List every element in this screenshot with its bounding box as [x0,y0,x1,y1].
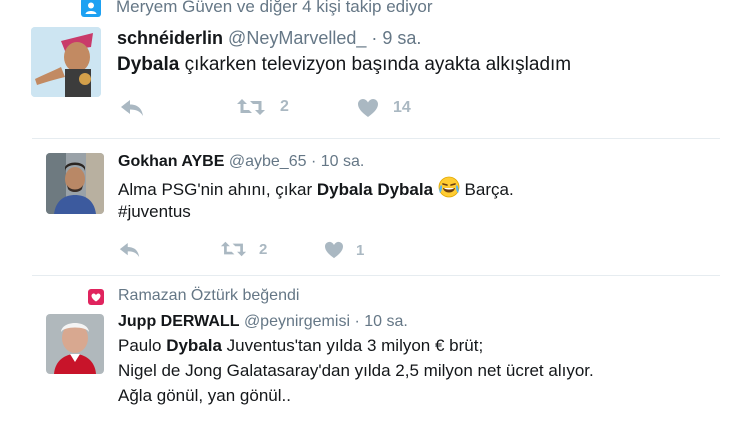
tweet-header: Jupp DERWALL @peynirgemisi · 10 sa. [118,313,408,331]
reply-button[interactable] [120,99,144,117]
avatar[interactable] [46,314,104,374]
username[interactable]: @aybe_65 [229,153,307,170]
keyword-highlight: Dybala [166,336,222,355]
display-name[interactable]: Jupp DERWALL [118,313,239,330]
follow-person-icon [81,0,101,17]
timestamp[interactable]: 9 sa. [382,28,421,48]
display-name[interactable]: Gokhan AYBE [118,153,224,170]
timestamp[interactable]: 10 sa. [364,313,408,330]
face-with-tears-of-joy-icon [438,176,460,203]
social-context: Meryem Güven ve diğer 4 kişi takip ediyo… [116,0,433,16]
heart-icon [325,241,343,259]
tweet-text-part: Barça. [459,180,514,199]
tweet-text-line-3: Ağla gönül, yan gönül.. [118,386,291,405]
separator-dot: · [310,153,317,170]
divider [32,138,720,139]
hashtag-link[interactable]: #juventus [118,202,191,222]
liked-heart-icon [88,289,104,305]
tweet-text-part: Juventus'tan yılda 3 milyon € brüt; [221,336,484,355]
like-count: 14 [393,99,411,116]
username[interactable]: @NeyMarvelled_ [228,28,366,48]
tweet-text-line-1: Alma PSG'nin ahını, çıkar Dybala Dybala … [118,176,514,203]
avatar-photo [46,153,104,214]
like-button[interactable]: 14 [357,98,411,118]
retweet-icon [220,241,247,257]
keyword-highlight: Dybala [117,54,180,75]
divider [32,275,720,276]
retweet-button[interactable]: 2 [236,97,289,117]
reply-icon [121,100,143,116]
separator-dot: · [371,28,378,48]
tweet-text-line-1: Paulo Dybala Juventus'tan yılda 3 milyon… [118,336,483,356]
retweet-count: 2 [280,98,289,115]
reply-button[interactable] [119,242,140,258]
tweet-text-line-2: Nigel de Jong Galatasaray'dan yılda 2,5 … [118,361,594,380]
retweet-count: 2 [259,240,268,258]
separator-dot: · [354,313,360,330]
avatar[interactable] [31,27,101,97]
tweet-text-rest: çıkarken televizyon başında ayakta alkış… [179,54,572,75]
like-count: 1 [356,241,365,259]
keyword-highlight: Dybala Dybala [316,180,434,199]
reply-icon [119,243,140,257]
avatar[interactable] [46,153,104,214]
timestamp[interactable]: 10 sa. [321,153,365,170]
tweet-text-part: Paulo [118,336,167,355]
heart-icon [358,99,378,117]
tweet-text: Dybala çıkarken televizyon başında ayakt… [117,54,571,76]
display-name[interactable]: schnéiderlin [117,28,223,48]
like-button[interactable]: 1 [324,241,364,259]
social-context: Ramazan Öztürk beğendi [118,287,300,304]
tweet-text-part: Alma PSG'nin ahını, çıkar [118,180,317,199]
avatar-photo [46,314,104,374]
tweet-header: Gokhan AYBE @aybe_65 · 10 sa. [118,153,364,171]
retweet-button[interactable]: 2 [220,240,267,258]
retweet-icon [237,99,265,115]
tweet-header: schnéiderlin @NeyMarvelled_ · 9 sa. [117,28,421,49]
avatar-photo [31,27,101,97]
username[interactable]: @peynirgemisi [244,313,350,330]
